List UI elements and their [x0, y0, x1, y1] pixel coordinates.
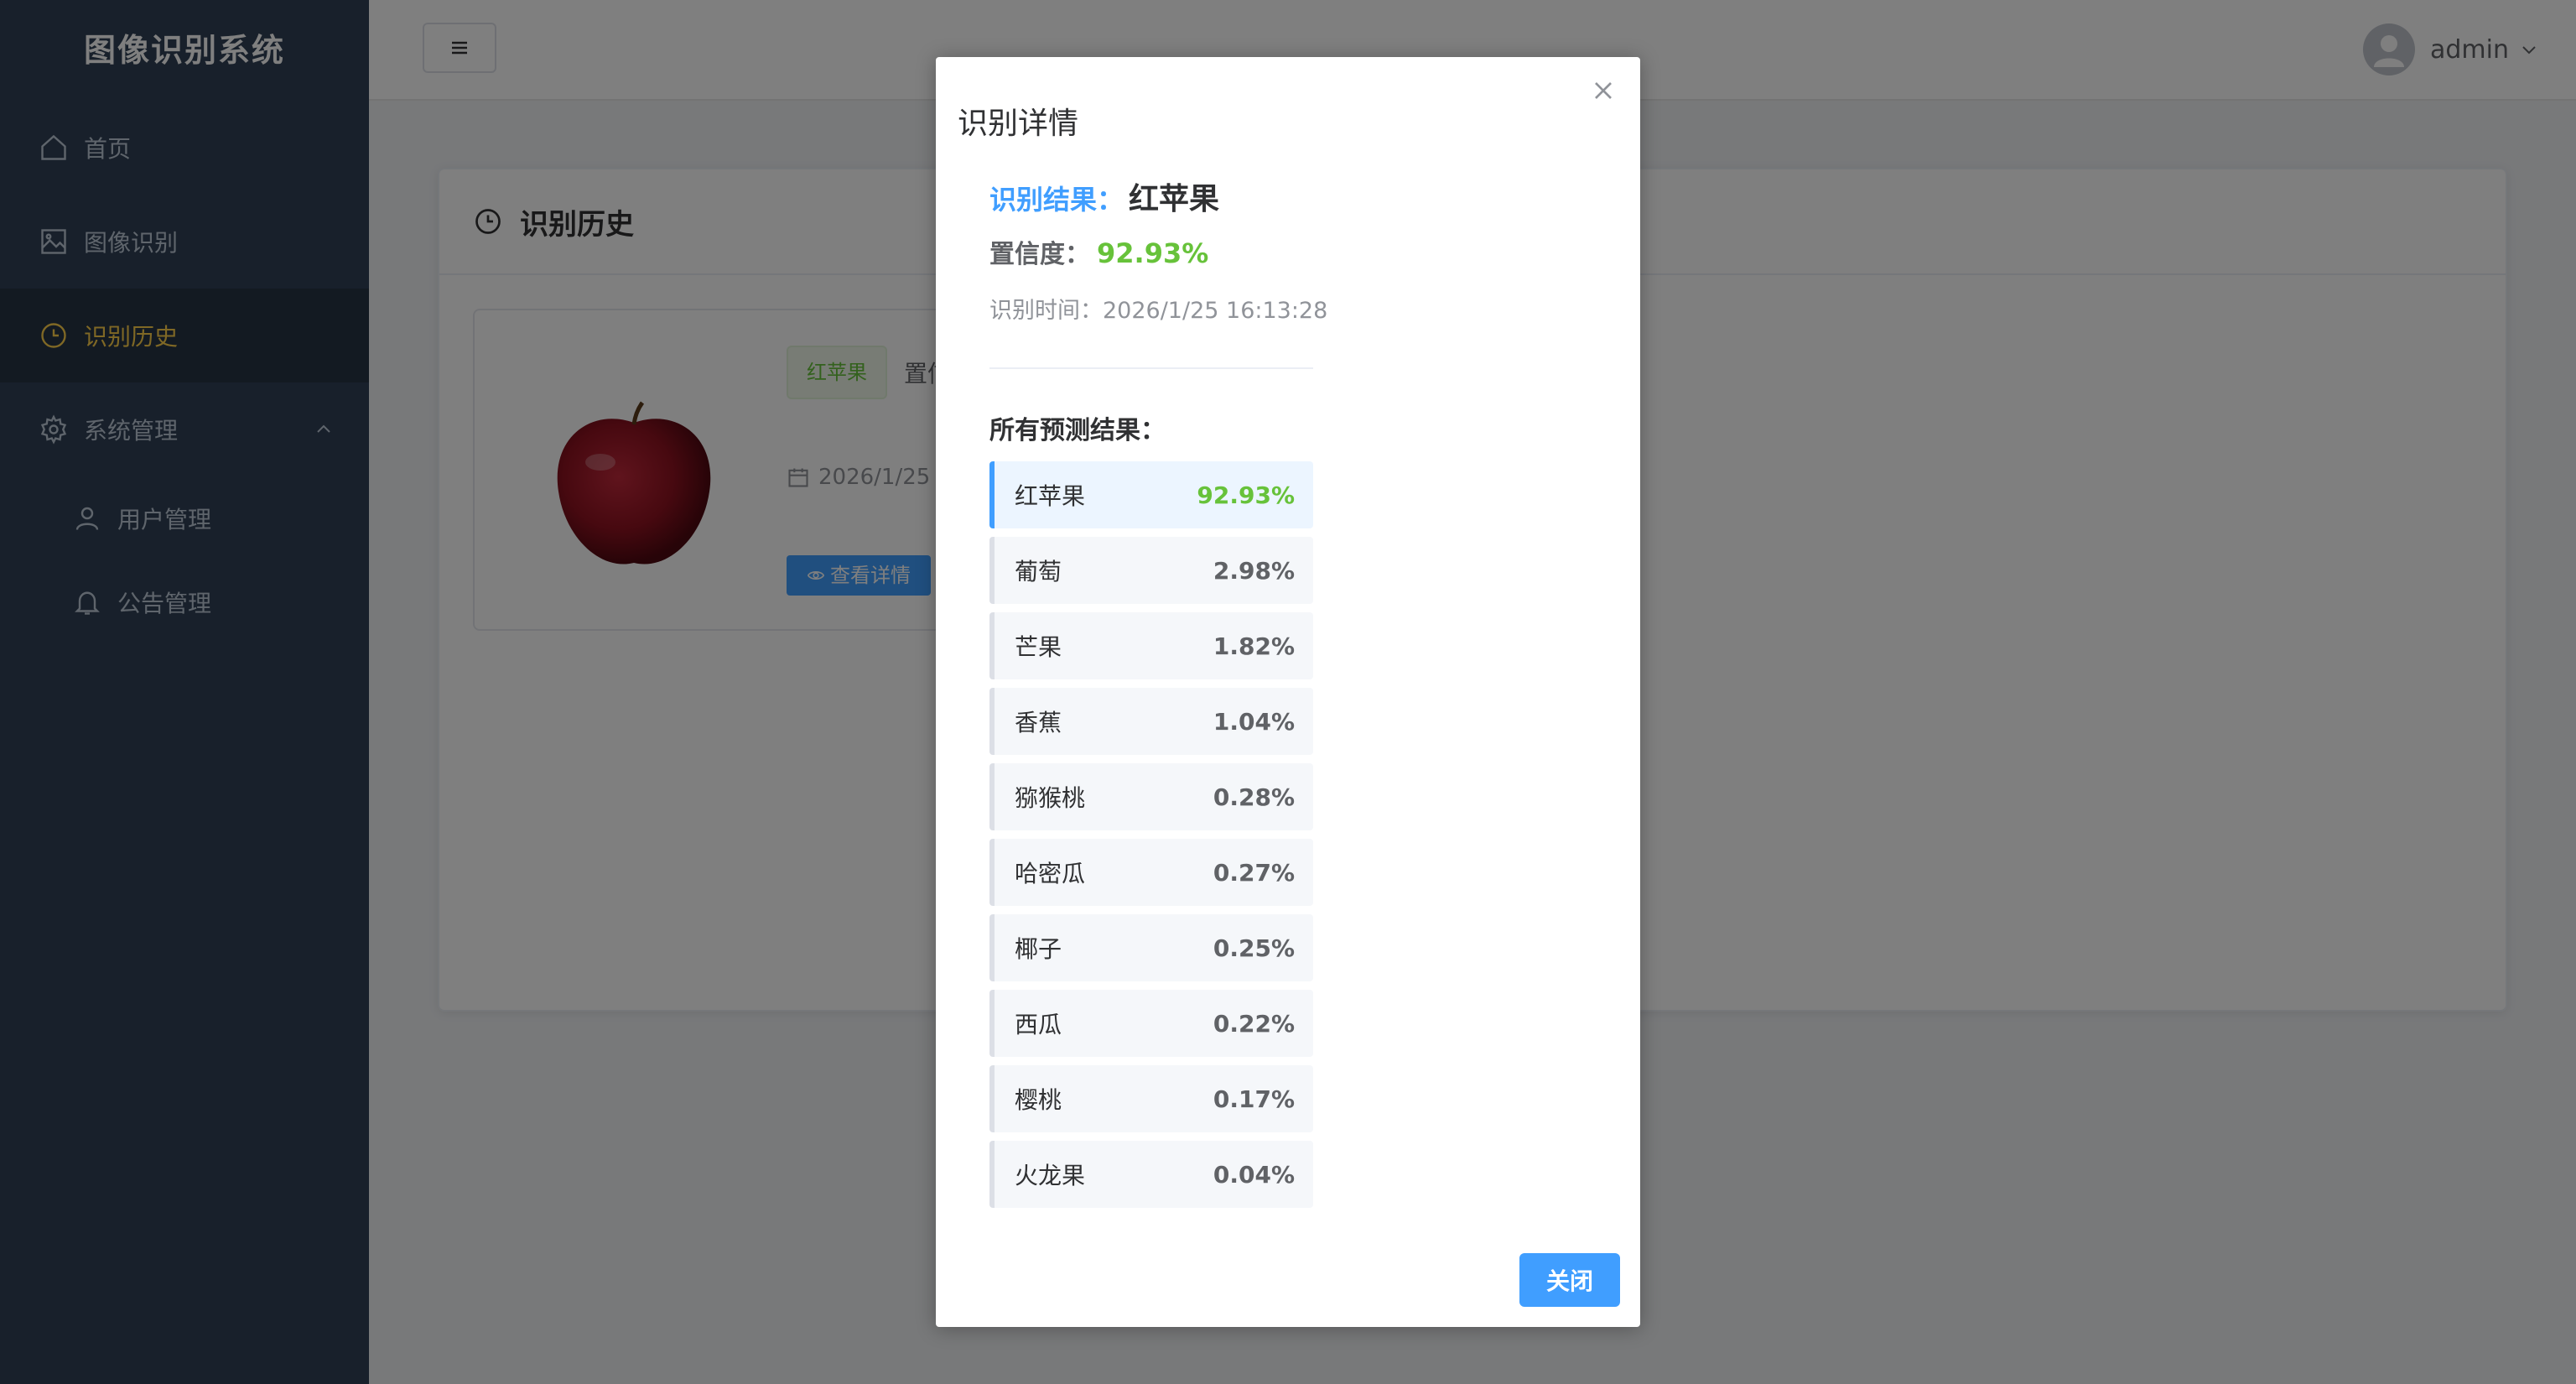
prediction-name: 葡萄 [1015, 558, 1062, 585]
prediction-list: 红苹果 92.93% 葡萄 2.98% 芒果 1.82% 香蕉 1.04% 猕猴… [989, 461, 1313, 1216]
prediction-percent: 2.98% [1213, 556, 1295, 585]
prediction-percent: 0.22% [1213, 1009, 1295, 1038]
prediction-row: 红苹果 92.93% [989, 461, 1313, 528]
prediction-name: 猕猴桃 [1015, 784, 1086, 812]
prediction-row: 芒果 1.82% [989, 612, 1313, 679]
time-label: 识别时间： [989, 298, 1103, 324]
result-line: 识别结果： 红苹果 [989, 174, 1219, 218]
result-value: 红苹果 [1129, 182, 1220, 216]
prediction-row: 樱桃 0.17% [989, 1065, 1313, 1132]
time-line: 识别时间：2026/1/25 16:13:28 [989, 292, 1327, 325]
prediction-row: 哈密瓜 0.27% [989, 839, 1313, 906]
prediction-percent: 0.17% [1213, 1085, 1295, 1113]
prediction-name: 西瓜 [1015, 1011, 1062, 1038]
confidence-label: 置信度： [989, 240, 1090, 269]
prediction-name: 火龙果 [1015, 1162, 1086, 1189]
prediction-percent: 0.25% [1213, 934, 1295, 962]
confidence-line: 置信度： 92.93% [989, 233, 1208, 270]
result-label: 识别结果： [989, 184, 1124, 216]
prediction-percent: 0.04% [1213, 1160, 1295, 1189]
prediction-name: 香蕉 [1015, 709, 1062, 736]
prediction-name: 哈密瓜 [1015, 860, 1086, 887]
prediction-row: 火龙果 0.04% [989, 1141, 1313, 1208]
close-button[interactable]: 关闭 [1519, 1253, 1620, 1307]
prediction-row: 椰子 0.25% [989, 914, 1313, 981]
divider [989, 367, 1313, 369]
time-value: 2026/1/25 16:13:28 [1103, 298, 1328, 324]
prediction-name: 红苹果 [1015, 482, 1086, 510]
recognition-detail-dialog: 识别详情 识别结果： 红苹果 置信度： 92.93% 识别时间：2026/1/2… [936, 57, 1640, 1327]
prediction-name: 樱桃 [1015, 1086, 1062, 1114]
all-predictions-title: 所有预测结果： [989, 416, 1166, 445]
prediction-name: 芒果 [1015, 633, 1062, 661]
prediction-percent: 1.82% [1213, 632, 1295, 660]
prediction-row: 葡萄 2.98% [989, 537, 1313, 604]
prediction-row: 西瓜 0.22% [989, 990, 1313, 1057]
dialog-title: 识别详情 [958, 107, 1079, 141]
prediction-name: 椰子 [1015, 935, 1062, 963]
prediction-percent: 1.04% [1213, 707, 1295, 736]
confidence-value: 92.93% [1097, 237, 1209, 269]
prediction-percent: 0.28% [1213, 783, 1295, 811]
prediction-row: 猕猴桃 0.28% [989, 763, 1313, 830]
prediction-percent: 92.93% [1197, 481, 1295, 509]
close-icon[interactable] [1588, 75, 1618, 106]
prediction-row: 香蕉 1.04% [989, 688, 1313, 755]
prediction-percent: 0.27% [1213, 858, 1295, 887]
